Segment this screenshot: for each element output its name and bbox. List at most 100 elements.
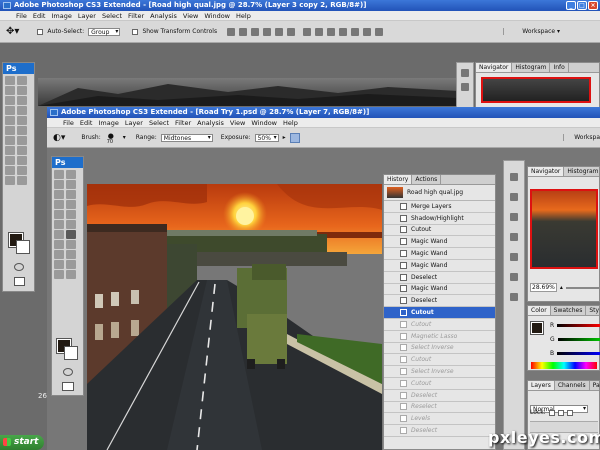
screen-mode-icon[interactable] bbox=[14, 277, 25, 286]
menu-select[interactable]: Select bbox=[149, 118, 169, 127]
eyedropper-tool-icon[interactable] bbox=[17, 166, 27, 175]
history-item[interactable]: Cutout bbox=[384, 319, 495, 331]
tab-styles[interactable]: Sty bbox=[586, 306, 600, 315]
distribute-middle-icon[interactable] bbox=[315, 27, 324, 36]
crop-tool-icon[interactable] bbox=[5, 96, 15, 105]
history-item[interactable]: Cutout bbox=[384, 225, 495, 237]
menu-file[interactable]: File bbox=[63, 118, 74, 127]
dodge-tool-icon[interactable] bbox=[66, 230, 76, 239]
minimize-icon[interactable]: _ bbox=[566, 1, 576, 10]
dock-clone-icon[interactable] bbox=[510, 253, 518, 261]
menu-image[interactable]: Image bbox=[51, 11, 71, 20]
gradient-tool-icon[interactable] bbox=[66, 220, 76, 229]
path-select-tool-icon[interactable] bbox=[5, 156, 15, 165]
lasso-tool-icon[interactable] bbox=[54, 180, 64, 189]
gradient-tool-icon[interactable] bbox=[17, 126, 27, 135]
menu-help[interactable]: Help bbox=[236, 11, 251, 20]
shape-tool-icon[interactable] bbox=[17, 156, 27, 165]
blur-tool-icon[interactable] bbox=[5, 136, 15, 145]
move-tool-icon[interactable]: ✥▾ bbox=[6, 26, 19, 37]
marquee-tool-icon[interactable] bbox=[5, 76, 15, 85]
pen-tool-icon[interactable] bbox=[54, 240, 64, 249]
maximize-icon[interactable]: □ bbox=[577, 1, 587, 10]
menu-image[interactable]: Image bbox=[98, 118, 118, 127]
history-item[interactable]: Magic Wand bbox=[384, 236, 495, 249]
distribute-left-icon[interactable] bbox=[339, 27, 348, 36]
tab-navigator[interactable]: Navigator bbox=[476, 63, 513, 72]
tab-history[interactable]: History bbox=[384, 175, 413, 184]
back-background-color[interactable] bbox=[16, 240, 30, 254]
distribute-top-icon[interactable] bbox=[303, 27, 312, 36]
brush-dropdown-icon[interactable]: ▾ bbox=[123, 134, 126, 141]
notes-tool-icon[interactable] bbox=[54, 260, 64, 269]
lasso-tool-icon[interactable] bbox=[5, 86, 15, 95]
show-transform-checkbox[interactable] bbox=[132, 28, 139, 35]
align-top-icon[interactable] bbox=[227, 27, 236, 36]
lock-position-checkbox[interactable] bbox=[566, 409, 573, 416]
align-center-icon[interactable] bbox=[275, 27, 284, 36]
dock-paragraph-icon[interactable] bbox=[510, 293, 518, 301]
workspace-button[interactable]: Workspace ▾ bbox=[503, 28, 560, 35]
dock-brush-icon[interactable] bbox=[510, 233, 518, 241]
history-item[interactable]: Select Inverse bbox=[384, 366, 495, 378]
distribute-bottom-icon[interactable] bbox=[327, 27, 336, 36]
history-item[interactable]: Magic Wand bbox=[384, 248, 495, 260]
history-item[interactable]: Cutout bbox=[384, 307, 495, 319]
navigator-zoom-value[interactable]: 28.69% bbox=[530, 283, 557, 292]
history-item[interactable]: Deselect bbox=[384, 295, 495, 308]
dock-character-icon[interactable] bbox=[510, 273, 518, 281]
zoom-out-icon[interactable]: ▴ bbox=[560, 284, 563, 291]
exposure-slider-icon[interactable]: ▸ bbox=[283, 134, 286, 141]
marquee-tool-icon[interactable] bbox=[54, 170, 64, 179]
zoom-tool-icon[interactable] bbox=[66, 270, 76, 279]
tab-navigator[interactable]: Navigator bbox=[528, 167, 565, 176]
history-snapshot[interactable]: Road high qual.jpg bbox=[384, 185, 495, 201]
menu-analysis[interactable]: Analysis bbox=[197, 118, 224, 127]
history-brush-tool-icon[interactable] bbox=[17, 116, 27, 125]
menu-window[interactable]: Window bbox=[251, 118, 277, 127]
menu-select[interactable]: Select bbox=[102, 11, 122, 20]
stamp-tool-icon[interactable] bbox=[5, 116, 15, 125]
align-bottom-icon[interactable] bbox=[251, 27, 260, 36]
move-tool-icon[interactable] bbox=[17, 76, 27, 85]
tab-info[interactable]: Info bbox=[550, 63, 569, 72]
blur-tool-icon[interactable] bbox=[54, 230, 64, 239]
tab-color[interactable]: Color bbox=[528, 306, 551, 315]
color-spectrum-bar[interactable] bbox=[531, 362, 597, 369]
history-item[interactable]: Magic Wand bbox=[384, 260, 495, 272]
auto-align-icon[interactable] bbox=[375, 27, 384, 36]
document-canvas[interactable] bbox=[87, 184, 382, 450]
history-item[interactable]: Deselect bbox=[384, 390, 495, 402]
history-item[interactable]: Reselect bbox=[384, 402, 495, 414]
align-left-icon[interactable] bbox=[263, 27, 272, 36]
type-tool-icon[interactable] bbox=[66, 240, 76, 249]
back-window-titlebar[interactable]: Adobe Photoshop CS3 Extended - [Road hig… bbox=[0, 0, 600, 11]
dodge-tool-icon[interactable] bbox=[17, 136, 27, 145]
dock-icon[interactable] bbox=[461, 83, 469, 91]
color-fg-swatch[interactable] bbox=[530, 321, 544, 335]
slice-tool-icon[interactable] bbox=[66, 190, 76, 199]
start-button[interactable]: start bbox=[0, 435, 44, 450]
tab-swatches[interactable]: Swatches bbox=[551, 306, 587, 315]
history-item[interactable]: Magic Wand bbox=[384, 284, 495, 296]
history-item[interactable]: Cutout bbox=[384, 354, 495, 367]
shape-tool-icon[interactable] bbox=[66, 250, 76, 259]
zoom-tool-icon[interactable] bbox=[17, 176, 27, 185]
healing-tool-icon[interactable] bbox=[5, 106, 15, 115]
tab-actions[interactable]: Actions bbox=[412, 175, 442, 184]
menu-layer[interactable]: Layer bbox=[78, 11, 96, 20]
pen-tool-icon[interactable] bbox=[5, 146, 15, 155]
quick-mask-icon[interactable] bbox=[63, 368, 73, 376]
menu-filter[interactable]: Filter bbox=[128, 11, 144, 20]
brush-tool-icon[interactable] bbox=[17, 106, 27, 115]
front-window-titlebar[interactable]: Adobe Photoshop CS3 Extended - [Road Try… bbox=[47, 107, 600, 118]
history-item[interactable]: Shadow/Highlight bbox=[384, 213, 495, 225]
distribute-right-icon[interactable] bbox=[363, 27, 372, 36]
channel-b-slider[interactable] bbox=[557, 352, 600, 355]
menu-edit[interactable]: Edit bbox=[80, 118, 93, 127]
hand-tool-icon[interactable] bbox=[5, 176, 15, 185]
quick-mask-icon[interactable] bbox=[14, 263, 24, 271]
channel-g-slider[interactable] bbox=[557, 338, 600, 341]
path-select-tool-icon[interactable] bbox=[54, 250, 64, 259]
menu-file[interactable]: File bbox=[16, 11, 27, 20]
